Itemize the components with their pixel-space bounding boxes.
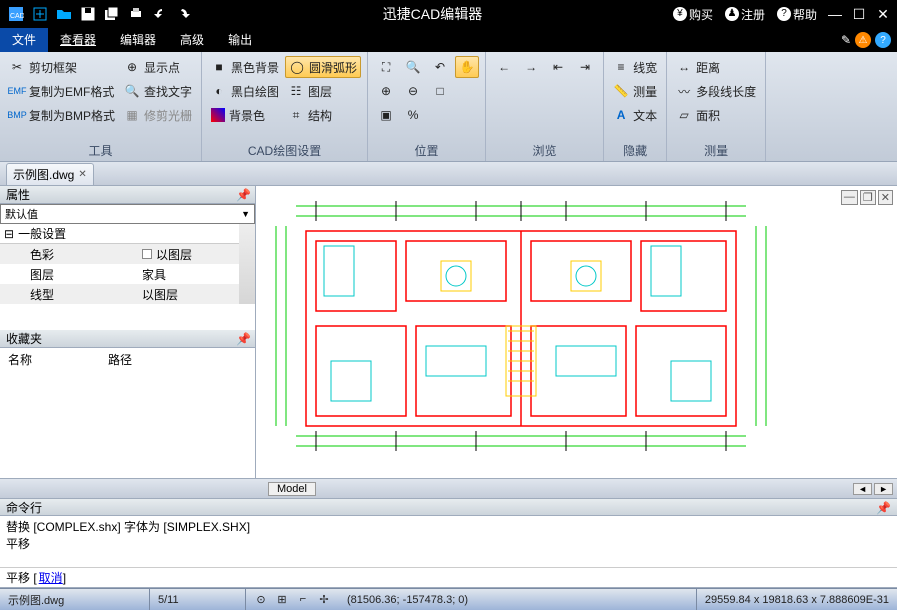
bw-draw[interactable]: ◐黑白绘图 <box>208 80 282 102</box>
statusbar: 示例图.dwg 5/11 ⊙ ⊞ ⌐ ✢ (81506.36; -157478.… <box>0 588 897 610</box>
group-hide: ≡线宽 📏测量 A文本 隐藏 <box>604 52 667 161</box>
trim-raster[interactable]: ▦修剪光栅 <box>121 104 195 126</box>
zoom-out-icon[interactable]: ⊖ <box>401 80 425 102</box>
app-icon: CAD <box>5 3 27 25</box>
black-bg[interactable]: ■黑色背景 <box>208 56 282 78</box>
area-btn[interactable]: ▱面积 <box>673 104 759 126</box>
nav-last-icon[interactable]: ⇥ <box>573 56 597 78</box>
doc-tabs: 示例图.dwg✕ <box>0 162 897 186</box>
layer-btn[interactable]: ☷图层 <box>285 80 361 102</box>
zoom-extents-icon[interactable]: ▣ <box>374 104 398 126</box>
close-tab-icon[interactable]: ✕ <box>78 169 86 180</box>
tab-editor[interactable]: 编辑器 <box>108 28 168 52</box>
new-icon[interactable] <box>29 3 51 25</box>
props-combo[interactable]: 默认值▼ <box>0 204 255 224</box>
pin-icon[interactable]: 📌 <box>876 499 891 517</box>
zoom-window-icon[interactable]: ⛶ <box>374 56 398 78</box>
undo-icon[interactable] <box>149 3 171 25</box>
measure-toggle[interactable]: 📏测量 <box>610 80 660 102</box>
warn-icon[interactable]: ⚠ <box>855 32 871 48</box>
svg-text:CAD: CAD <box>10 13 24 20</box>
cmd-input[interactable]: 平移 [取消 ] <box>0 568 897 588</box>
saveall-icon[interactable] <box>101 3 123 25</box>
tab-advanced[interactable]: 高级 <box>168 28 216 52</box>
pin-icon[interactable]: 📌 <box>236 186 251 204</box>
minimize-button[interactable]: — <box>825 6 845 22</box>
buy-button[interactable]: ¥购买 <box>669 6 717 23</box>
ribbon: ✂剪切框架 EMF复制为EMF格式 BMP复制为BMP格式 ⊕显示点 🔍查找文字… <box>0 52 897 162</box>
canvas-restore-icon[interactable]: ❐ <box>860 190 876 205</box>
canvas-min-icon[interactable]: — <box>841 190 858 205</box>
fit-icon[interactable]: □ <box>428 80 452 102</box>
group-browse: ← → ⇤ ⇥ 浏览 <box>486 52 604 161</box>
pin-icon[interactable]: 📌 <box>236 330 251 348</box>
group-position: ⛶ ⊕ ▣ 🔍 ⊖ % ↶ □ ✋ 位置 <box>368 52 486 161</box>
app-title: 迅捷CAD编辑器 <box>196 4 669 24</box>
zoom-scale-icon[interactable]: % <box>401 104 425 126</box>
nav-first-icon[interactable]: ⇤ <box>546 56 570 78</box>
drawing-canvas[interactable]: — ❐ ✕ <box>256 186 897 478</box>
props-header: 属性📌 <box>0 186 255 204</box>
copy-emf[interactable]: EMF复制为EMF格式 <box>6 80 118 102</box>
group-tools: ✂剪切框架 EMF复制为EMF格式 BMP复制为BMP格式 ⊕显示点 🔍查找文字… <box>0 52 202 161</box>
pan-icon[interactable]: ✋ <box>455 56 479 78</box>
show-point[interactable]: ⊕显示点 <box>121 56 195 78</box>
distance-btn[interactable]: ↔距离 <box>673 56 759 78</box>
cmd-header: 命令行📌 <box>0 498 897 516</box>
info-icon[interactable]: ? <box>875 32 891 48</box>
tab-next-icon[interactable]: ► <box>874 483 893 495</box>
tab-file[interactable]: 文件 <box>0 28 48 52</box>
help-button[interactable]: ?帮助 <box>773 6 821 23</box>
close-button[interactable]: ✕ <box>873 6 893 23</box>
fav-header: 收藏夹📌 <box>0 330 255 348</box>
find-text[interactable]: 🔍查找文字 <box>121 80 195 102</box>
tab-output[interactable]: 输出 <box>216 28 264 52</box>
text-toggle[interactable]: A文本 <box>610 104 660 126</box>
register-button[interactable]: ♟注册 <box>721 6 769 23</box>
linewidth-btn[interactable]: ≡线宽 <box>610 56 660 78</box>
maximize-button[interactable]: ☐ <box>849 6 869 23</box>
cmd-log: 替换 [COMPLEX.shx] 字体为 [SIMPLEX.SHX] 平移 <box>0 516 897 568</box>
group-cad-settings: ■黑色背景 ◐黑白绘图 背景色 ◯圆滑弧形 ☷图层 ⌗结构 CAD绘图设置 <box>202 52 368 161</box>
tab-viewer[interactable]: 查看器 <box>48 28 108 52</box>
copy-bmp[interactable]: BMP复制为BMP格式 <box>6 104 118 126</box>
zoom-in-icon[interactable]: ⊕ <box>374 80 398 102</box>
polyline-btn[interactable]: 〰多段线长度 <box>673 80 759 102</box>
doc-tab[interactable]: 示例图.dwg✕ <box>6 163 94 185</box>
clip-frame[interactable]: ✂剪切框架 <box>6 56 118 78</box>
nav-left-icon[interactable]: ← <box>492 56 516 78</box>
canvas-close-icon[interactable]: ✕ <box>878 190 893 205</box>
model-tabbar: Model ◄► <box>0 478 897 498</box>
model-tab[interactable]: Model <box>268 482 316 496</box>
menubar: 文件 查看器 编辑器 高级 输出 ✎ ⚠ ? <box>0 28 897 52</box>
save-icon[interactable] <box>77 3 99 25</box>
props-scrollbar[interactable] <box>239 224 255 304</box>
cancel-link[interactable]: 取消 <box>39 569 63 586</box>
group-measure: ↔距离 〰多段线长度 ▱面积 测量 <box>667 52 766 161</box>
print-icon[interactable] <box>125 3 147 25</box>
open-icon[interactable] <box>53 3 75 25</box>
floorplan-svg <box>256 196 786 456</box>
bg-color[interactable]: 背景色 <box>208 104 282 126</box>
smooth-arc[interactable]: ◯圆滑弧形 <box>285 56 361 78</box>
redo-icon[interactable] <box>173 3 195 25</box>
pen-icon[interactable]: ✎ <box>841 33 851 47</box>
titlebar: CAD 迅捷CAD编辑器 ¥购买 ♟注册 ?帮助 — ☐ ✕ <box>0 0 897 28</box>
zoom-region-icon[interactable]: 🔍 <box>401 56 425 78</box>
nav-right-icon[interactable]: → <box>519 56 543 78</box>
tab-prev-icon[interactable]: ◄ <box>853 483 872 495</box>
zoom-prev-icon[interactable]: ↶ <box>428 56 452 78</box>
structure-btn[interactable]: ⌗结构 <box>285 104 361 126</box>
